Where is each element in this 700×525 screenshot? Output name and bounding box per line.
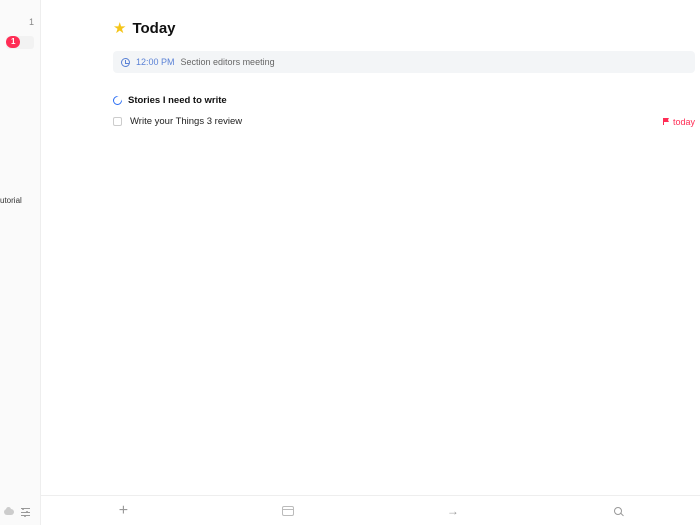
main-content: ★ Today 12:00 PM Section editors meeting… xyxy=(41,0,700,525)
calendar-icon xyxy=(282,506,294,516)
task-row[interactable]: Write your Things 3 review today xyxy=(113,116,695,127)
today-badge: 1 xyxy=(6,36,20,48)
move-button[interactable]: → xyxy=(371,504,536,518)
plus-icon: + xyxy=(119,502,128,520)
search-icon xyxy=(614,507,622,515)
title-row: ★ Today xyxy=(113,20,700,37)
star-icon: ★ xyxy=(113,21,126,36)
sidebar-top: 1 1 xyxy=(0,0,40,50)
project-icon xyxy=(113,96,122,105)
app-root: 1 1 utorial ★ Today 12:00 PM Section edi… xyxy=(0,0,700,525)
event-time: 12:00 PM xyxy=(136,57,175,67)
sidebar-count-row[interactable]: 1 xyxy=(0,14,40,30)
bottom-toolbar: + → xyxy=(41,495,700,525)
section-title: Stories I need to write xyxy=(128,95,227,106)
task-deadline: today xyxy=(663,117,695,127)
settings-sliders-icon[interactable] xyxy=(20,507,30,517)
task-title: Write your Things 3 review xyxy=(130,116,663,127)
sidebar-count: 1 xyxy=(29,17,34,27)
search-button[interactable] xyxy=(535,507,700,515)
sidebar-bottom xyxy=(0,507,40,517)
arrow-right-icon: → xyxy=(447,504,459,518)
task-checkbox[interactable] xyxy=(113,117,122,126)
page-title: Today xyxy=(132,20,175,37)
calendar-event[interactable]: 12:00 PM Section editors meeting xyxy=(113,51,695,73)
sidebar-project-label[interactable]: utorial xyxy=(0,196,22,205)
calendar-button[interactable] xyxy=(206,506,371,516)
new-task-button[interactable]: + xyxy=(41,502,206,520)
clock-icon xyxy=(121,58,130,67)
section-header[interactable]: Stories I need to write xyxy=(113,95,700,106)
sidebar: 1 1 utorial xyxy=(0,0,41,525)
flag-icon xyxy=(663,118,670,125)
deadline-label: today xyxy=(673,117,695,127)
sidebar-badge-bar: 1 xyxy=(6,36,34,49)
sidebar-badge-row[interactable]: 1 xyxy=(0,34,40,50)
cloud-sync-icon[interactable] xyxy=(4,507,14,517)
event-name: Section editors meeting xyxy=(181,57,275,67)
